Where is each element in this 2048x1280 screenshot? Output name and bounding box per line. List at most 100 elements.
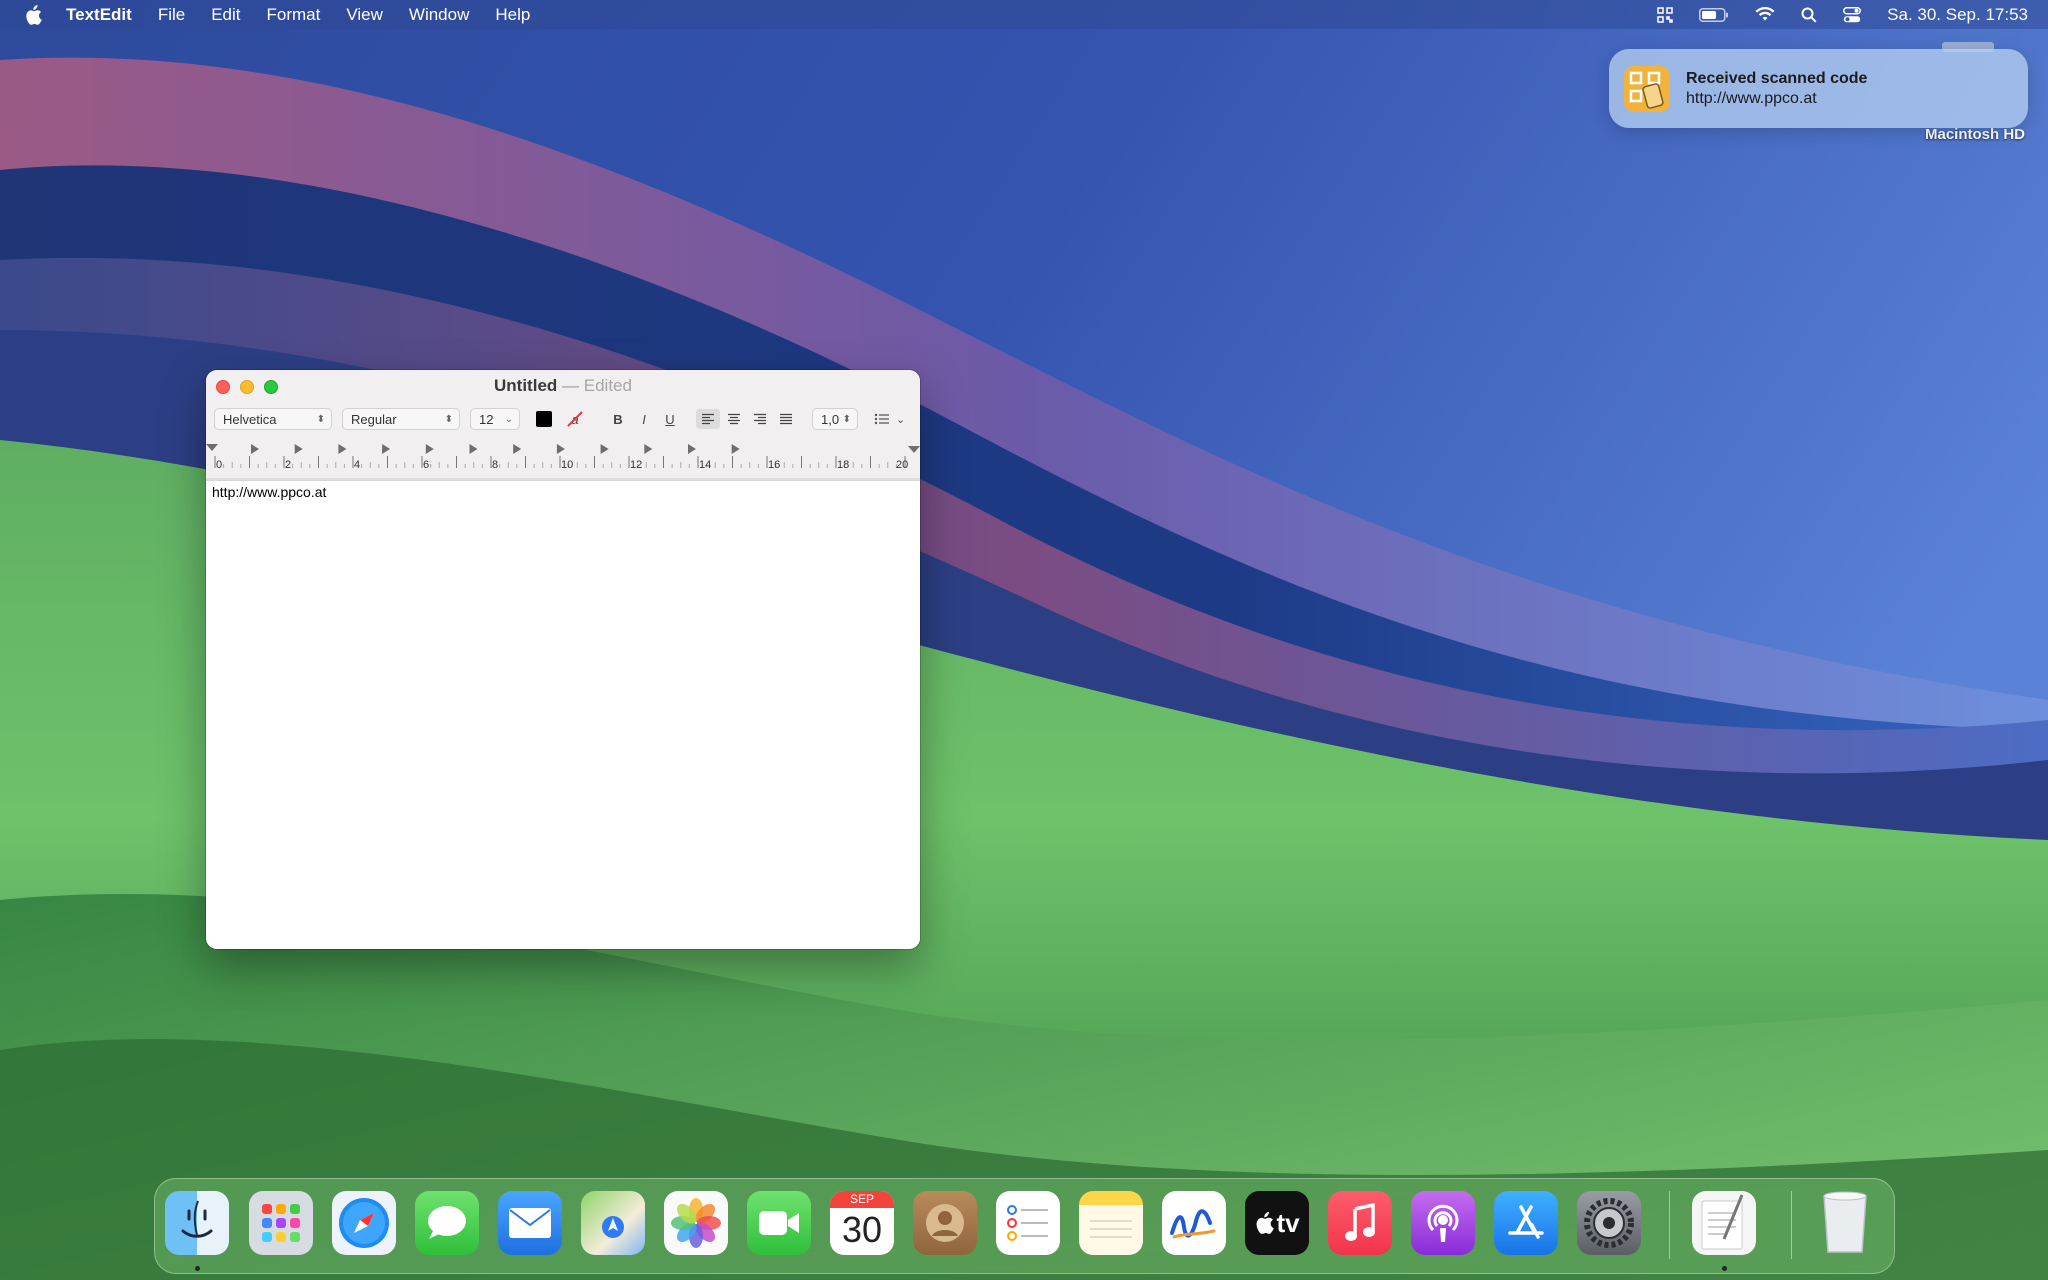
tab-stop-marker[interactable] bbox=[338, 444, 347, 454]
right-indent-marker[interactable] bbox=[908, 446, 920, 453]
running-indicator bbox=[1722, 1266, 1727, 1271]
menu-help[interactable]: Help bbox=[495, 5, 530, 25]
dock-separator bbox=[1669, 1191, 1670, 1259]
document-status: Edited bbox=[583, 376, 632, 395]
tab-stop-marker[interactable] bbox=[425, 444, 434, 454]
ruler-label: 0 bbox=[216, 459, 222, 471]
reminders-icon[interactable] bbox=[996, 1191, 1060, 1255]
calendar-icon[interactable]: SEP 30 bbox=[830, 1191, 894, 1255]
ruler[interactable]: 0 2 4 6 8 10 12 14 16 18 20 bbox=[206, 442, 920, 480]
notes-icon[interactable] bbox=[1079, 1191, 1143, 1255]
menu-app-name[interactable]: TextEdit bbox=[66, 5, 132, 25]
menu-window[interactable]: Window bbox=[409, 5, 469, 25]
calendar-day: 30 bbox=[841, 1209, 883, 1250]
window-title: Untitled — Edited bbox=[206, 376, 920, 396]
apple-menu-icon[interactable] bbox=[22, 4, 44, 26]
tab-stop-marker[interactable] bbox=[688, 444, 696, 454]
chevron-down-icon: ⌄ bbox=[504, 413, 513, 425]
launchpad-icon[interactable] bbox=[249, 1191, 313, 1255]
font-family-popup[interactable]: Helvetica ⬍ bbox=[214, 408, 332, 430]
up-down-chevron-icon: ⬍ bbox=[444, 413, 453, 425]
photos-icon[interactable] bbox=[664, 1191, 728, 1255]
tab-stop-marker[interactable] bbox=[644, 444, 653, 454]
apple-tv-icon[interactable]: tv bbox=[1245, 1191, 1309, 1255]
list-style-button[interactable]: ⌄ bbox=[874, 413, 905, 426]
ruler-label: 16 bbox=[768, 459, 780, 471]
font-family-value: Helvetica bbox=[223, 411, 277, 427]
tab-stop-marker[interactable] bbox=[731, 444, 740, 454]
running-indicator bbox=[195, 1266, 200, 1271]
safari-icon[interactable] bbox=[332, 1191, 396, 1255]
up-down-chevron-icon: ⬍ bbox=[316, 413, 325, 425]
notification-title: Received scanned code bbox=[1686, 69, 1868, 87]
bulleted-list-icon bbox=[874, 413, 889, 425]
contacts-icon[interactable] bbox=[913, 1191, 977, 1255]
align-left-icon[interactable] bbox=[696, 409, 720, 429]
maps-icon[interactable] bbox=[581, 1191, 645, 1255]
font-style-popup[interactable]: Regular ⬍ bbox=[342, 408, 460, 430]
line-spacing-popup[interactable]: 1,0 ⬍ bbox=[812, 408, 858, 430]
music-icon[interactable] bbox=[1328, 1191, 1392, 1255]
tab-stop-marker[interactable] bbox=[382, 444, 391, 454]
dock-separator bbox=[1791, 1191, 1792, 1259]
ruler-label: 8 bbox=[492, 459, 498, 471]
document-body[interactable]: http://www.ppco.at bbox=[206, 481, 920, 949]
italic-button[interactable]: I bbox=[632, 412, 656, 427]
qr-code-scanner-icon bbox=[1624, 65, 1670, 112]
tab-stop-marker[interactable] bbox=[469, 444, 478, 454]
app-store-icon[interactable] bbox=[1494, 1191, 1558, 1255]
up-down-chevron-icon: ⬍ bbox=[842, 413, 851, 425]
textedit-window: Untitled — Edited Helvetica ⬍ Regular ⬍ … bbox=[206, 370, 920, 949]
document-text[interactable]: http://www.ppco.at bbox=[212, 484, 326, 500]
ruler-label: 14 bbox=[699, 459, 711, 471]
menu-bar: TextEdit File Edit Format View Window He… bbox=[0, 0, 2048, 29]
facetime-icon[interactable] bbox=[747, 1191, 811, 1255]
align-right-icon[interactable] bbox=[748, 409, 772, 429]
mail-icon[interactable] bbox=[498, 1191, 562, 1255]
ruler-label: 2 bbox=[285, 459, 291, 471]
dock: SEP 30 tv bbox=[154, 1178, 1895, 1274]
underline-button[interactable]: U bbox=[658, 412, 682, 427]
textedit-icon[interactable] bbox=[1692, 1191, 1756, 1255]
menu-format[interactable]: Format bbox=[267, 5, 321, 25]
notification-banner[interactable]: Received scanned code http://www.ppco.at bbox=[1609, 49, 2028, 128]
tab-stop-marker[interactable] bbox=[556, 444, 565, 454]
tab-stop-marker[interactable] bbox=[251, 444, 259, 454]
format-toolbar: Helvetica ⬍ Regular ⬍ 12 ⌄ a B I U 1,0 ⬍… bbox=[214, 408, 914, 430]
ruler-label: 10 bbox=[561, 459, 573, 471]
tv-label: tv bbox=[1254, 1208, 1300, 1239]
alignment-group bbox=[696, 409, 798, 429]
freeform-icon[interactable] bbox=[1162, 1191, 1226, 1255]
text-color-well[interactable] bbox=[536, 411, 552, 427]
document-name: Untitled bbox=[494, 376, 558, 395]
tab-stop-marker[interactable] bbox=[513, 444, 522, 454]
menu-edit[interactable]: Edit bbox=[211, 5, 240, 25]
bold-button[interactable]: B bbox=[606, 412, 630, 427]
trash-icon[interactable] bbox=[1813, 1191, 1877, 1255]
podcasts-icon[interactable] bbox=[1411, 1191, 1475, 1255]
wifi-icon[interactable] bbox=[1755, 7, 1775, 22]
align-justify-icon[interactable] bbox=[774, 409, 798, 429]
qr-scanner-icon[interactable] bbox=[1657, 6, 1673, 23]
chevron-down-icon: ⌄ bbox=[896, 413, 906, 426]
desktop-disk-label[interactable]: Macintosh HD bbox=[1905, 126, 2025, 143]
notification-body: http://www.ppco.at bbox=[1686, 89, 1817, 107]
ruler-label: 4 bbox=[354, 459, 360, 471]
finder-icon[interactable] bbox=[165, 1191, 229, 1255]
font-size-combo[interactable]: 12 ⌄ bbox=[470, 408, 520, 430]
battery-icon[interactable] bbox=[1699, 7, 1729, 22]
control-center-icon[interactable] bbox=[1843, 6, 1862, 23]
left-indent-marker[interactable] bbox=[206, 444, 218, 451]
ruler-label: 6 bbox=[423, 459, 429, 471]
highlight-color-button[interactable]: a bbox=[566, 410, 584, 428]
tab-stop-marker[interactable] bbox=[294, 444, 303, 454]
tab-stop-marker[interactable] bbox=[600, 444, 609, 454]
menu-file[interactable]: File bbox=[158, 5, 185, 25]
menu-view[interactable]: View bbox=[346, 5, 383, 25]
ruler-label: 18 bbox=[837, 459, 849, 471]
spotlight-search-icon[interactable] bbox=[1801, 7, 1817, 23]
system-settings-icon[interactable] bbox=[1577, 1191, 1641, 1255]
messages-icon[interactable] bbox=[415, 1191, 479, 1255]
align-center-icon[interactable] bbox=[722, 409, 746, 429]
menu-clock[interactable]: Sa. 30. Sep. 17:53 bbox=[1887, 5, 2028, 25]
